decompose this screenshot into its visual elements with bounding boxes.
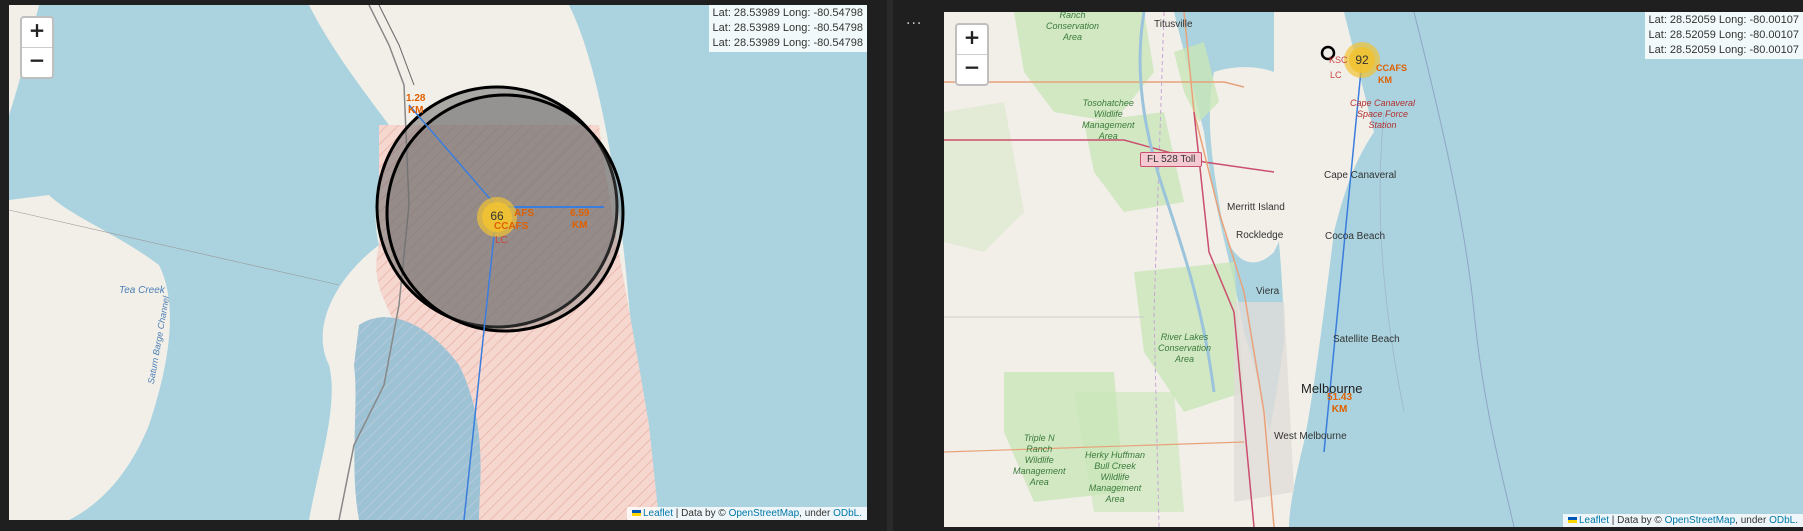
area-line: Management	[1088, 483, 1142, 493]
distance-value: 51.43	[1327, 392, 1353, 403]
coord-line: Lat: 28.52059 Long: -80.00107	[1648, 44, 1799, 56]
ukraine-flag-icon	[631, 510, 641, 517]
area-line: Management	[1013, 466, 1066, 476]
place-viera: Viera	[1256, 286, 1280, 297]
distance-a-unit: KM	[407, 105, 424, 116]
area-line: Management	[1082, 120, 1135, 130]
attribution: Leaflet | Data by © OpenStreetMap, under…	[626, 507, 867, 520]
left-map-tiles	[9, 5, 867, 520]
label-lc[interactable]: LC	[1330, 70, 1342, 80]
road-shield-fl528: FL 528 Toll	[1140, 152, 1203, 167]
distance-unit: KM	[1331, 404, 1348, 415]
odbl-link[interactable]: ODbL.	[833, 508, 862, 519]
zoom-out-button[interactable]: −	[22, 48, 52, 77]
place-merritt-island: Merritt Island	[1227, 202, 1285, 213]
label-tea-creek: Tea Creek	[119, 285, 165, 296]
pane-divider[interactable]	[887, 0, 893, 531]
area-line: River Lakes	[1160, 332, 1209, 342]
label-ccsfs: Cape Canaveral Space Force Station	[1350, 98, 1415, 131]
distance-label-a: 1.28 KM	[406, 93, 425, 117]
leaflet-link[interactable]: Leaflet	[1579, 515, 1609, 526]
osm-link[interactable]: OpenStreetMap	[729, 508, 800, 519]
odbl-link[interactable]: ODbL.	[1769, 515, 1798, 526]
zoom-in-button[interactable]: +	[957, 25, 987, 55]
attribution-text-under: , under	[799, 508, 831, 519]
area-line: Triple N	[1023, 433, 1055, 443]
distance-b-value: 6.59	[570, 208, 590, 219]
place-rockledge: Rockledge	[1236, 230, 1284, 241]
ccsfs-line-3: Station	[1368, 120, 1397, 130]
area-triple-n: Triple N Ranch Wildlife Management Area	[1013, 433, 1066, 488]
place-west-melbourne: West Melbourne	[1274, 431, 1347, 442]
coord-line: Lat: 28.53989 Long: -80.54798	[712, 37, 863, 49]
right-map-tiles	[944, 12, 1803, 527]
distance-a-value: 1.28	[406, 93, 426, 104]
coord-line: Lat: 28.52059 Long: -80.00107	[1648, 14, 1799, 26]
coordinate-readout: Lat: 28.52059 Long: -80.00107 Lat: 28.52…	[1644, 12, 1803, 59]
attribution: Leaflet | Data by © OpenStreetMap, under…	[1562, 514, 1803, 527]
osm-link[interactable]: OpenStreetMap	[1665, 515, 1736, 526]
place-satellite-beach: Satellite Beach	[1333, 334, 1400, 345]
label-lc[interactable]: LC	[495, 235, 508, 246]
ukraine-flag-icon	[1567, 517, 1577, 524]
label-ccafs[interactable]: CCAFS	[494, 221, 528, 232]
area-line: Conservation	[1046, 21, 1100, 31]
area-line: Herky Huffman	[1085, 450, 1146, 460]
zoom-in-button[interactable]: +	[22, 18, 52, 48]
area-line: Tosohatchee	[1082, 98, 1134, 108]
left-map[interactable]: 66 CCAFS AFS LC 1.28 KM 6.59 KM Tea Cree…	[9, 5, 867, 520]
right-map[interactable]: 92 KSC LC CCAFS KM Cape Canaveral Space …	[944, 12, 1803, 527]
more-menu-icon[interactable]: ...	[906, 12, 922, 28]
label-km: KM	[1378, 75, 1392, 85]
place-cocoa-beach: Cocoa Beach	[1325, 231, 1386, 242]
attribution-text: | Data by ©	[1611, 515, 1662, 526]
area-line: Wildlife	[1024, 455, 1054, 465]
zoom-control: + −	[955, 23, 989, 86]
coord-line: Lat: 28.53989 Long: -80.54798	[712, 7, 863, 19]
area-line: Area	[1175, 354, 1195, 364]
label-ksc[interactable]: KSC	[1329, 55, 1348, 65]
distance-b-unit: KM	[571, 220, 588, 231]
area-line: Wildlife	[1093, 109, 1123, 119]
area-river-lakes: River Lakes Conservation Area	[1158, 332, 1211, 365]
attribution-text: | Data by ©	[675, 508, 726, 519]
area-line: Bull Creek	[1094, 461, 1136, 471]
attribution-text-under: , under	[1735, 515, 1767, 526]
area-herky-huffman: Herky Huffman Bull Creek Wildlife Manage…	[1085, 450, 1145, 505]
ccsfs-line-2: Space Force	[1357, 109, 1409, 119]
label-ccafs[interactable]: CCAFS	[1376, 63, 1407, 73]
distance-label-b: 6.59 KM	[570, 208, 589, 232]
coord-line: Lat: 28.52059 Long: -80.00107	[1648, 29, 1799, 41]
coordinate-readout: Lat: 28.53989 Long: -80.54798 Lat: 28.53…	[708, 5, 867, 52]
area-ranch: Ranch Conservation Area	[1046, 12, 1099, 43]
distance-label: 51.43 KM	[1327, 392, 1352, 416]
area-line: Ranch	[1026, 444, 1053, 454]
coord-line: Lat: 28.53989 Long: -80.54798	[712, 22, 863, 34]
area-tosohatchee: Tosohatchee Wildlife Management Area	[1082, 98, 1135, 142]
area-line: Area	[1098, 131, 1118, 141]
area-line: Area	[1063, 32, 1083, 42]
area-line: Area	[1105, 494, 1125, 504]
cluster-marker[interactable]: 92	[1350, 53, 1374, 67]
label-afs[interactable]: AFS	[514, 208, 534, 219]
place-cape-canaveral: Cape Canaveral	[1324, 170, 1397, 181]
area-line: Area	[1029, 477, 1049, 487]
place-titusville: Titusville	[1154, 19, 1193, 30]
area-line: Ranch	[1059, 12, 1086, 20]
ccsfs-line-1: Cape Canaveral	[1350, 98, 1416, 108]
zoom-control: + −	[20, 16, 54, 79]
area-line: Wildlife	[1100, 472, 1130, 482]
area-line: Conservation	[1158, 343, 1212, 353]
zoom-out-button[interactable]: −	[957, 55, 987, 84]
leaflet-link[interactable]: Leaflet	[643, 508, 673, 519]
